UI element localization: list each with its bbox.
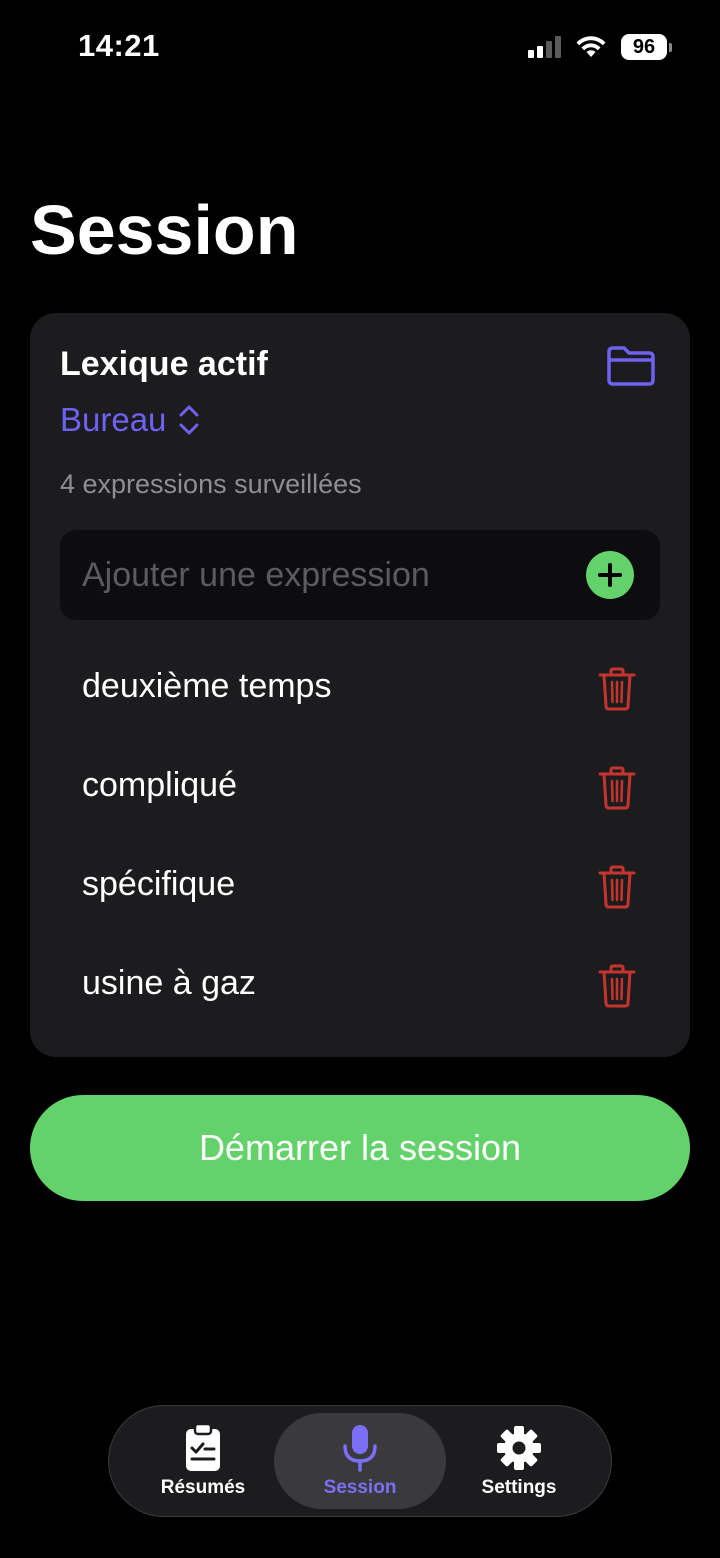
add-expression-input[interactable] xyxy=(82,530,582,620)
lexicon-picker[interactable]: Bureau xyxy=(60,401,200,439)
expression-label: spécifique xyxy=(82,865,236,903)
microphone-icon xyxy=(336,1423,384,1473)
trash-icon xyxy=(598,667,636,711)
start-session-button[interactable]: Démarrer la session xyxy=(30,1095,690,1201)
tab-label: Settings xyxy=(481,1477,557,1498)
trash-icon xyxy=(598,964,636,1008)
wifi-icon xyxy=(576,36,606,57)
chevron-up-down-icon xyxy=(179,405,199,435)
expression-label: compliqué xyxy=(82,766,237,804)
tab-label: Session xyxy=(323,1477,397,1498)
folder-button[interactable] xyxy=(604,343,658,389)
expression-label: deuxième temps xyxy=(82,667,332,705)
delete-expression-button[interactable] xyxy=(598,666,636,712)
tab-resumes[interactable]: Résumés xyxy=(117,1413,289,1509)
expression-list: deuxième temps compliqué spécifique usin… xyxy=(30,640,690,1036)
trash-icon xyxy=(598,766,636,810)
delete-expression-button[interactable] xyxy=(598,963,636,1009)
lexicon-card: Lexique actif Bureau 4 expressions surve… xyxy=(30,313,690,1057)
tab-label: Résumés xyxy=(160,1477,246,1498)
lexicon-card-title: Lexique actif xyxy=(60,345,268,383)
list-item: spécifique xyxy=(30,838,690,937)
expression-count: 4 expressions surveillées xyxy=(60,469,362,499)
status-bar: 14:21 96 xyxy=(0,0,720,96)
plus-icon xyxy=(598,563,622,587)
delete-expression-button[interactable] xyxy=(598,765,636,811)
tab-session[interactable]: Session xyxy=(274,1413,446,1509)
tab-bar: Résumés Session Settings xyxy=(108,1405,612,1517)
list-item: deuxième temps xyxy=(30,640,690,739)
delete-expression-button[interactable] xyxy=(598,864,636,910)
status-time: 14:21 xyxy=(78,28,160,63)
expression-label: usine à gaz xyxy=(82,964,256,1002)
folder-icon xyxy=(607,346,655,386)
tab-settings[interactable]: Settings xyxy=(433,1413,605,1509)
list-item: compliqué xyxy=(30,739,690,838)
add-expression-button[interactable] xyxy=(586,551,634,599)
cellular-signal-icon xyxy=(528,36,561,58)
clipboard-check-icon xyxy=(179,1423,227,1473)
battery-icon: 96 xyxy=(621,34,672,60)
add-expression-row xyxy=(60,530,660,620)
status-indicators: 96 xyxy=(528,34,672,60)
trash-icon xyxy=(598,865,636,909)
gear-icon xyxy=(495,1423,543,1473)
page-title: Session xyxy=(30,191,299,269)
list-item: usine à gaz xyxy=(30,937,690,1036)
battery-level: 96 xyxy=(621,34,667,60)
selected-lexicon: Bureau xyxy=(60,401,167,438)
